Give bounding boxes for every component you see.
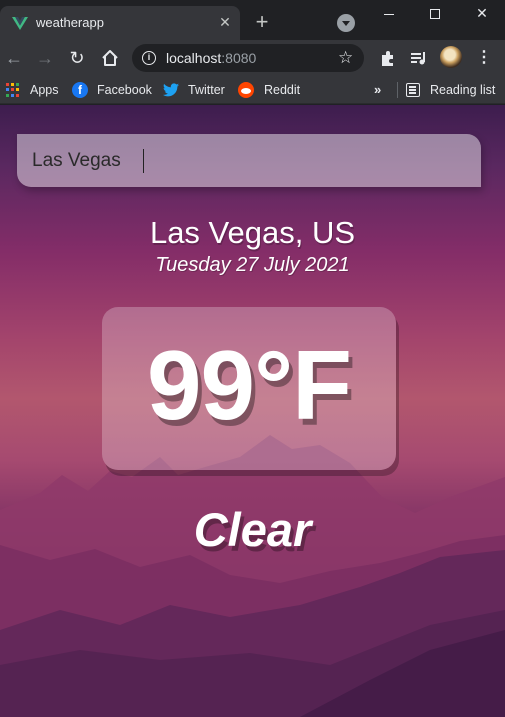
apps-grid-icon[interactable] — [6, 83, 20, 97]
bookmark-facebook[interactable]: f Facebook — [72, 81, 152, 99]
bookmark-reddit-label: Reddit — [264, 83, 301, 97]
weather-condition: Clear — [193, 503, 312, 556]
profile-avatar[interactable] — [440, 46, 462, 68]
back-arrow-icon[interactable]: ← — [4, 48, 24, 68]
twitter-icon — [163, 83, 179, 97]
temperature-card: 99°F — [102, 307, 396, 470]
browser-tab[interactable]: weatherapp ✕ — [0, 6, 240, 40]
new-tab-icon[interactable]: + — [252, 11, 272, 33]
forward-arrow-icon[interactable]: → — [35, 48, 55, 68]
vue-logo-icon — [12, 17, 28, 30]
media-control-icon[interactable] — [409, 48, 429, 68]
tab-search-icon[interactable] — [337, 14, 355, 32]
location-title: Las Vegas, US — [149, 215, 356, 250]
bookmark-apps[interactable]: Apps — [30, 81, 59, 99]
tab-title: weatherapp — [36, 15, 104, 30]
more-menu-icon[interactable]: ⋮ — [476, 48, 492, 68]
facebook-icon: f — [72, 82, 88, 98]
bookmarks-bar: Apps f Facebook Twitter Reddit » Reading… — [0, 76, 505, 104]
reading-list-icon — [406, 83, 420, 97]
url-text: localhost:8080 — [166, 50, 257, 66]
window-close-icon[interactable]: ✕ — [459, 0, 505, 28]
bookmark-star-icon[interactable]: ☆ — [338, 48, 353, 68]
address-bar[interactable]: i localhost:8080 ☆ — [132, 44, 364, 72]
maximize-icon[interactable] — [412, 0, 458, 28]
bookmark-reddit[interactable]: Reddit — [238, 81, 300, 99]
browser-tabstrip: weatherapp ✕ + ✕ — [0, 0, 505, 40]
reddit-icon — [238, 82, 254, 98]
extensions-puzzle-icon[interactable] — [378, 48, 398, 68]
site-info-icon[interactable]: i — [142, 51, 156, 65]
browser-toolbar: ← → ↻ i localhost:8080 ☆ ⋮ — [0, 40, 505, 76]
weather-app: Las Vegas, US Tuesday 27 July 2021 99°F … — [0, 105, 505, 717]
text-caret — [143, 149, 144, 173]
reading-list-label: Reading list — [430, 83, 496, 97]
bookmark-twitter-label: Twitter — [188, 83, 225, 97]
temperature-value: 99°F — [146, 330, 352, 440]
minimize-icon[interactable] — [366, 0, 412, 28]
reading-list-button[interactable]: Reading list — [406, 81, 495, 99]
bookmarks-overflow-icon[interactable]: » — [374, 81, 381, 99]
home-icon[interactable] — [100, 48, 120, 68]
search-bar[interactable] — [17, 134, 481, 187]
tab-close-icon[interactable]: ✕ — [216, 13, 234, 31]
reload-icon[interactable]: ↻ — [67, 48, 87, 68]
bookmarks-divider — [397, 82, 398, 98]
date-label: Tuesday 27 July 2021 — [155, 254, 350, 276]
bookmark-twitter[interactable]: Twitter — [163, 81, 225, 99]
bookmark-facebook-label: Facebook — [97, 83, 152, 97]
search-input[interactable] — [17, 134, 481, 187]
